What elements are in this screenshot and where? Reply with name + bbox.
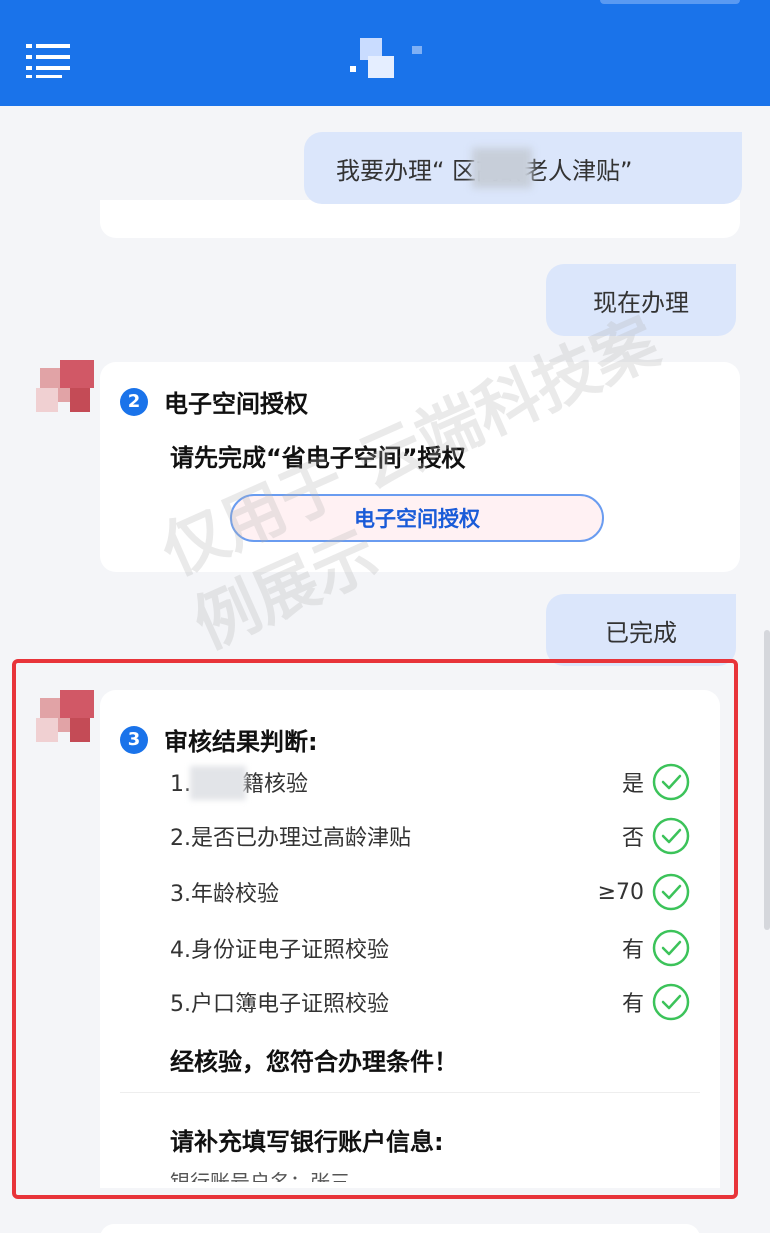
- status-strip: [600, 0, 740, 4]
- prior-card-bottom: [100, 200, 740, 238]
- check-row: 1. 区户籍核验 是: [170, 762, 690, 802]
- check-circle-icon: [652, 873, 690, 911]
- check-value: 否: [621, 826, 644, 851]
- app-logo: [350, 38, 430, 80]
- authorize-button[interactable]: 电子空间授权: [230, 494, 604, 542]
- check-row: 2.是否已办理过高龄津贴 否: [170, 816, 690, 856]
- check-label: 4.身份证电子证照校验: [170, 938, 389, 963]
- step3-title-text: 审核结果判断:: [164, 728, 318, 756]
- check-label: 5.户口簿电子证照校验: [170, 992, 389, 1017]
- step2-card: 2 电子空间授权 请先完成“省电子空间”授权 电子空间授权: [100, 362, 740, 572]
- check-value: 是: [621, 772, 644, 797]
- step-number-badge: 2: [120, 387, 148, 416]
- bot-avatar: [36, 690, 94, 742]
- user-message-proceed: 现在办理: [546, 264, 736, 336]
- bot-avatar: [36, 360, 94, 412]
- check-row: 4.身份证电子证照校验 有: [170, 928, 690, 968]
- user-message-done: 已完成: [546, 594, 736, 666]
- check-label: 2.是否已办理过高龄津贴: [170, 826, 411, 851]
- auth-prompt: 请先完成“省电子空间”授权: [170, 444, 466, 472]
- scrollbar[interactable]: [764, 630, 770, 930]
- check-row: 3.年龄校验 ≥70: [170, 872, 690, 912]
- menu-icon[interactable]: [26, 42, 70, 78]
- check-circle-icon: [652, 817, 690, 855]
- check-circle-icon: [652, 983, 690, 1021]
- check-value: 有: [621, 992, 644, 1017]
- redacted-area: [190, 766, 246, 800]
- user-message-text: 现在办理: [593, 288, 689, 317]
- step-number-badge: 3: [120, 725, 148, 754]
- account-name-row: 银行账号户名：张三: [170, 1170, 350, 1182]
- check-circle-icon: [652, 929, 690, 967]
- bank-info-prompt: 请补充填写银行账户信息:: [170, 1128, 444, 1156]
- redacted-area: [472, 148, 532, 188]
- app-header: [0, 0, 770, 106]
- step2-title: 2 电子空间授权: [120, 384, 308, 419]
- user-message-text: 已完成: [605, 618, 677, 647]
- step2-title-text: 电子空间授权: [164, 390, 308, 418]
- check-circle-icon: [652, 763, 690, 801]
- check-label: 3.年龄校验: [170, 882, 279, 907]
- step3-title: 3 审核结果判断:: [120, 722, 318, 757]
- check-value: ≥70: [597, 879, 644, 905]
- check-row: 5.户口簿电子证照校验 有: [170, 982, 690, 1022]
- next-card-top: [100, 1224, 700, 1233]
- step3-card: 3 审核结果判断: 1. 区户籍核验 是 2.是否已办理过高龄津贴 否 3.年龄…: [100, 690, 720, 1188]
- eligibility-conclusion: 经核验，您符合办理条件！: [170, 1048, 458, 1076]
- divider: [120, 1092, 700, 1093]
- check-value: 有: [621, 938, 644, 963]
